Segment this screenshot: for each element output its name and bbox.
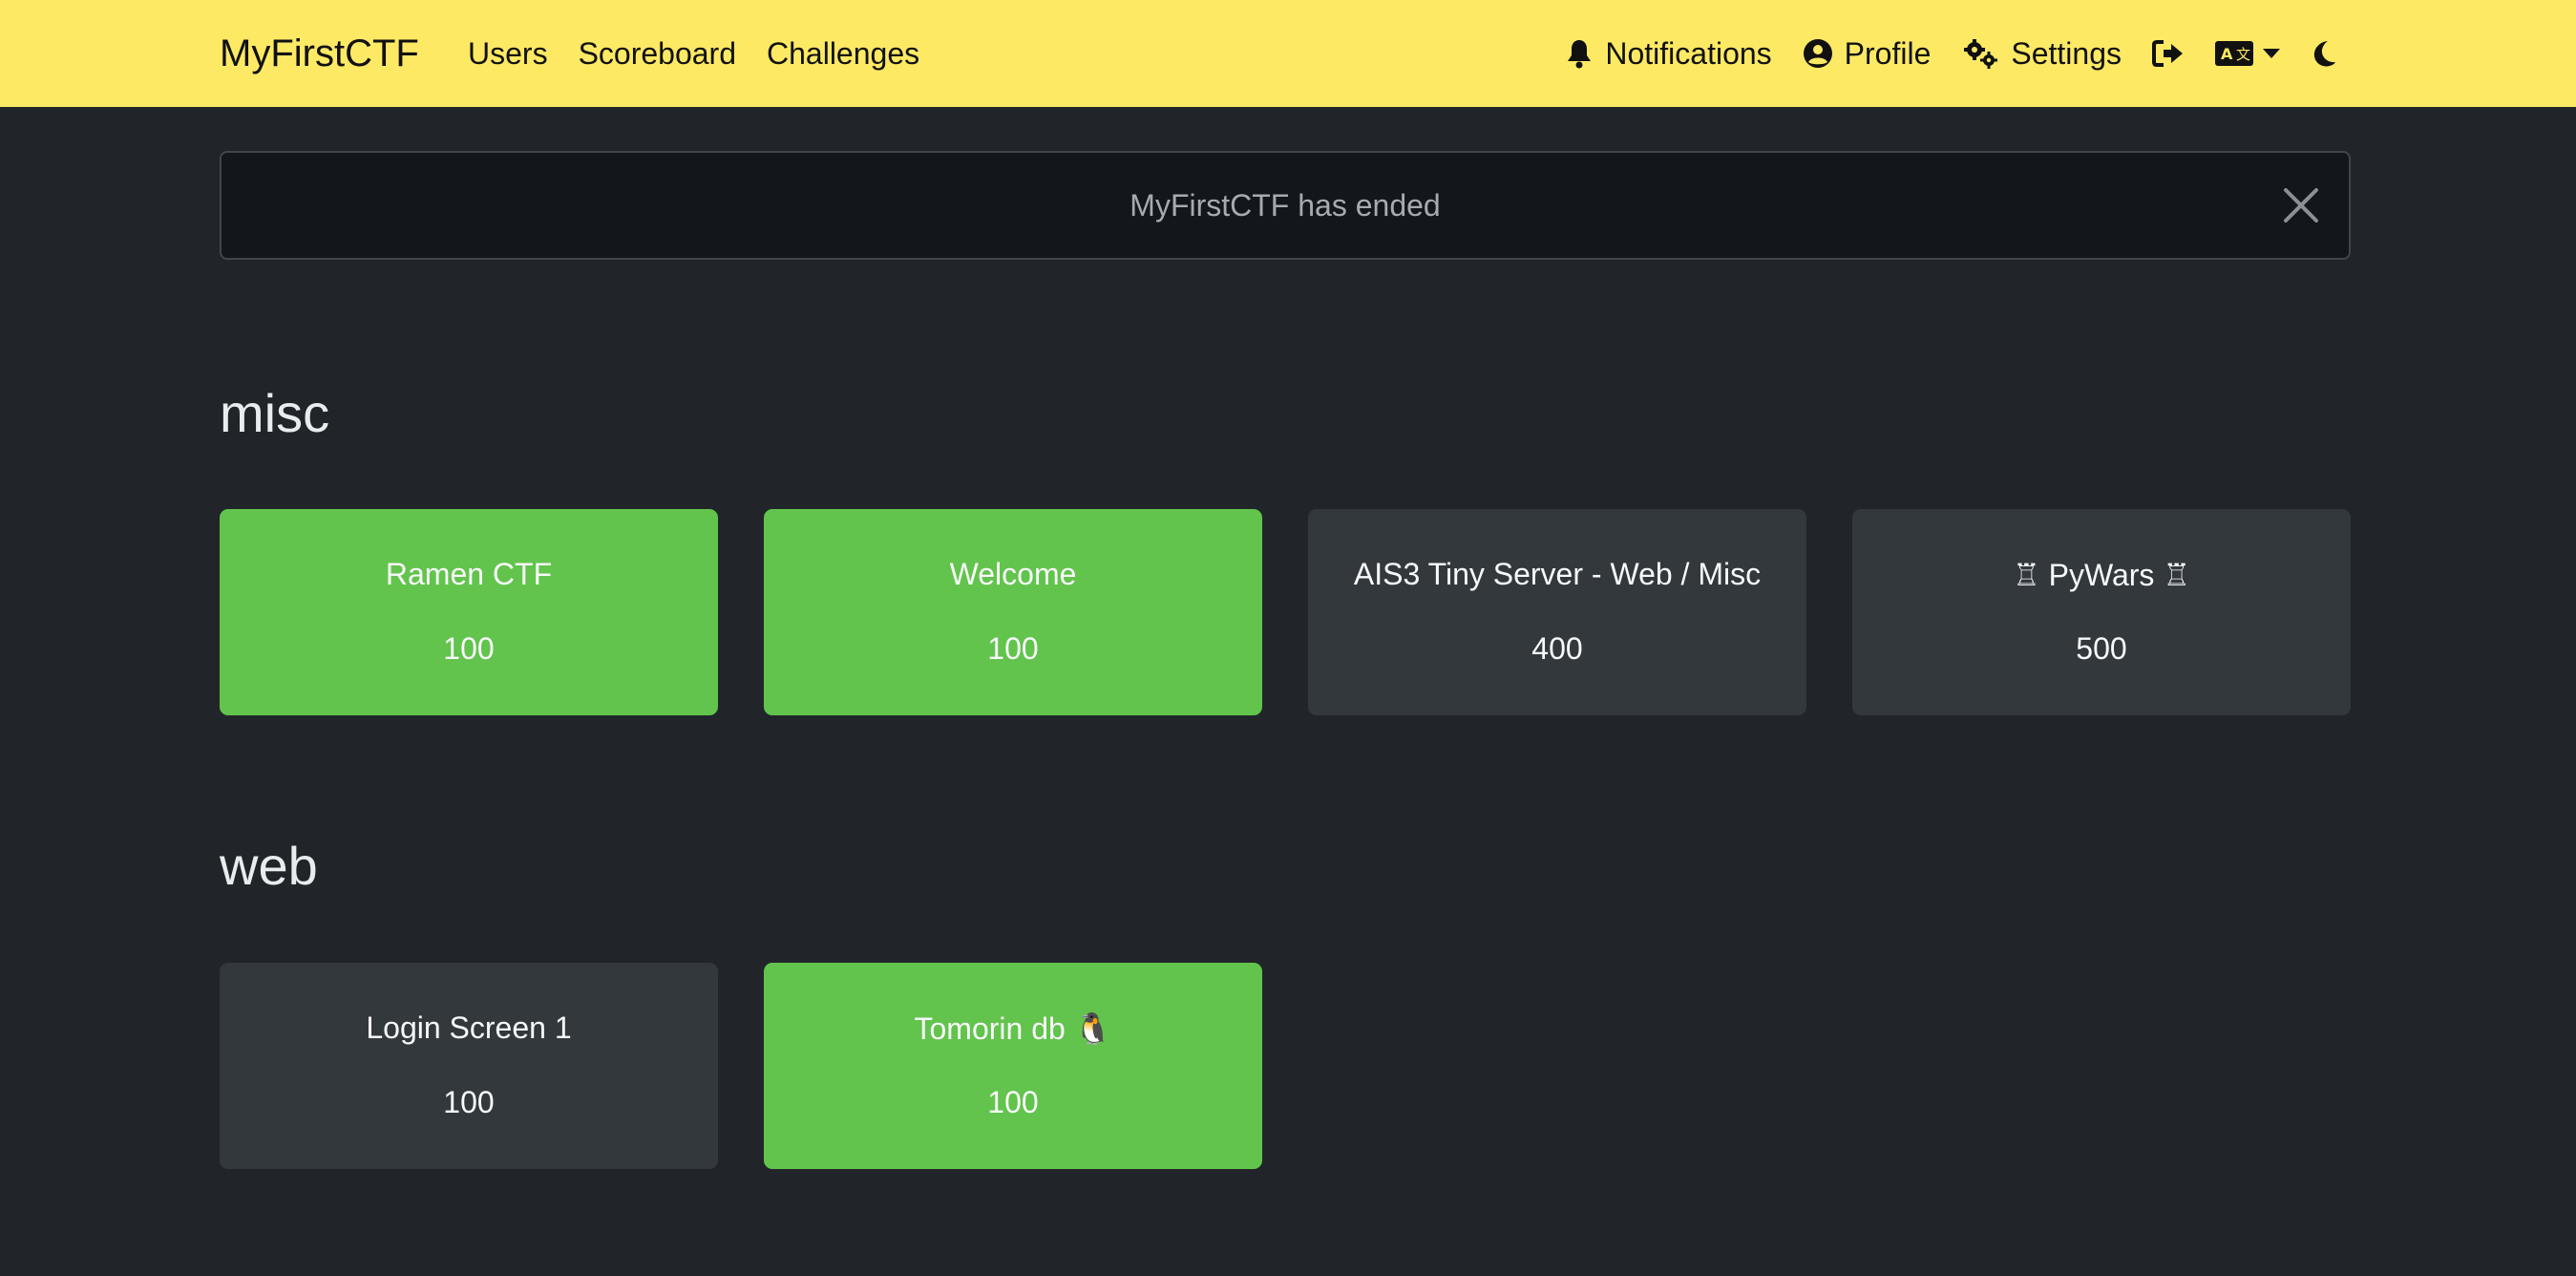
- logout-link[interactable]: [2152, 39, 2185, 68]
- settings-label: Settings: [2011, 35, 2122, 71]
- moon-icon: [2311, 39, 2337, 68]
- challenge-value: 100: [443, 631, 495, 666]
- close-icon: [2284, 188, 2318, 223]
- alert-message: MyFirstCTF has ended: [1130, 188, 1441, 223]
- brand-link[interactable]: MyFirstCTF: [220, 0, 419, 107]
- profile-label: Profile: [1844, 35, 1932, 71]
- settings-link[interactable]: Settings: [1961, 36, 2122, 72]
- nav-challenges-link[interactable]: Challenges: [767, 36, 919, 72]
- category-title-misc: misc: [220, 383, 330, 443]
- svg-text:文: 文: [2236, 46, 2250, 63]
- sign-out-icon: [2152, 39, 2185, 68]
- theme-toggle[interactable]: [2311, 39, 2337, 68]
- top-navbar: MyFirstCTF Users Scoreboard Challenges N…: [0, 0, 2576, 107]
- svg-text:A: A: [2221, 45, 2233, 63]
- challenge-value: 500: [2076, 631, 2127, 666]
- alert-close-button[interactable]: [2282, 186, 2320, 224]
- challenge-card-welcome[interactable]: Welcome 100: [764, 509, 1262, 715]
- category-title-web: web: [220, 836, 318, 896]
- challenge-card-pywars[interactable]: ♖ PyWars ♖ 500: [1852, 509, 2351, 715]
- bell-icon: [1565, 38, 1594, 69]
- challenge-value: 100: [987, 631, 1039, 666]
- language-icon: A 文: [2215, 41, 2253, 66]
- challenge-name: ♖ PyWars ♖: [2013, 558, 2190, 592]
- caret-down-icon: [2263, 49, 2280, 58]
- profile-link[interactable]: Profile: [1803, 35, 1932, 72]
- challenge-card-login-screen-1[interactable]: Login Screen 1 100: [220, 963, 718, 1169]
- user-nav: Notifications Profile Settings A 文: [1534, 0, 2337, 107]
- user-circle-icon: [1803, 38, 1833, 69]
- nav-scoreboard-link[interactable]: Scoreboard: [579, 36, 736, 72]
- ctf-ended-alert: MyFirstCTF has ended: [220, 151, 2351, 260]
- main-nav: Users Scoreboard Challenges: [468, 0, 950, 107]
- challenge-name: Ramen CTF: [385, 557, 553, 591]
- challenge-value: 100: [443, 1085, 495, 1119]
- language-dropdown[interactable]: A 文: [2215, 41, 2280, 66]
- challenge-value: 400: [1531, 631, 1583, 666]
- challenge-name: AIS3 Tiny Server - Web / Misc: [1353, 557, 1762, 591]
- nav-users-link[interactable]: Users: [468, 36, 548, 72]
- gears-icon: [1961, 38, 1999, 69]
- challenge-card-ais3-tiny-server[interactable]: AIS3 Tiny Server - Web / Misc 400: [1308, 509, 1806, 715]
- notifications-link[interactable]: Notifications: [1565, 35, 1772, 72]
- challenge-name: Tomorin db 🐧: [914, 1011, 1112, 1046]
- challenge-card-tomorin-db[interactable]: Tomorin db 🐧 100: [764, 963, 1262, 1169]
- challenge-name: Login Screen 1: [366, 1010, 572, 1045]
- challenge-name: Welcome: [949, 557, 1077, 591]
- notifications-label: Notifications: [1605, 35, 1772, 71]
- challenge-card-ramen-ctf[interactable]: Ramen CTF 100: [220, 509, 718, 715]
- challenge-value: 100: [987, 1085, 1039, 1119]
